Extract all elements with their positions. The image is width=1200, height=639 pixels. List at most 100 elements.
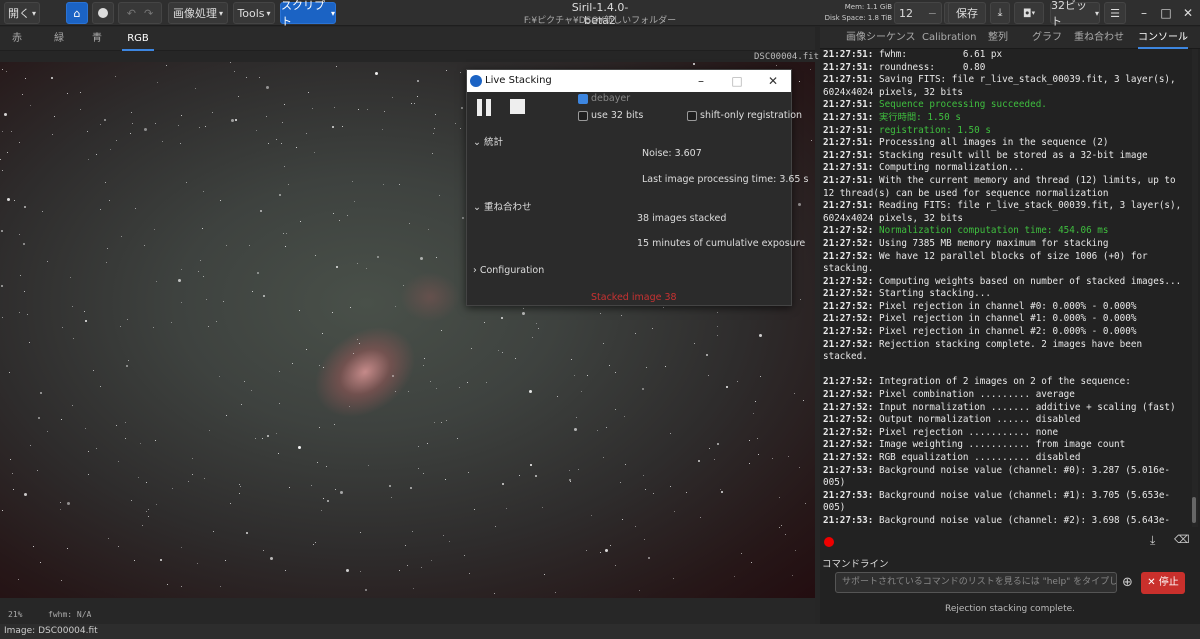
star bbox=[457, 438, 458, 439]
tools-menu[interactable]: Tools ▾ bbox=[233, 2, 275, 24]
star bbox=[276, 433, 277, 434]
star bbox=[423, 365, 424, 366]
star bbox=[121, 236, 122, 237]
star bbox=[219, 376, 220, 377]
image-processing-menu[interactable]: 画像処理 ▾ bbox=[168, 2, 228, 24]
star bbox=[156, 504, 157, 505]
star bbox=[6, 71, 7, 72]
star bbox=[278, 453, 279, 454]
star bbox=[188, 481, 189, 482]
hamburger-menu[interactable]: ☰ bbox=[1104, 2, 1126, 24]
dialog-maximize-button[interactable]: □ bbox=[719, 70, 755, 92]
chevron-right-icon[interactable]: › bbox=[1182, 27, 1186, 49]
use32-checkbox[interactable] bbox=[578, 111, 588, 121]
record-indicator-icon[interactable] bbox=[824, 537, 834, 547]
star bbox=[110, 149, 111, 150]
star bbox=[360, 532, 361, 533]
tab-registration[interactable]: 整列 bbox=[988, 27, 1008, 49]
circle-icon bbox=[98, 8, 108, 18]
home-button[interactable]: ⌂ bbox=[66, 2, 88, 24]
dialog-minimize-button[interactable]: – bbox=[683, 70, 719, 92]
tab-sequence[interactable]: 画像シーケンス bbox=[846, 27, 916, 49]
console-log[interactable]: 21:27:51: fwhm: 6.61 px 21:27:51: roundne… bbox=[823, 49, 1191, 527]
console-line: 21:27:52: Output normalization ...... di… bbox=[823, 414, 1191, 427]
star bbox=[155, 123, 156, 124]
dialog-close-button[interactable]: ✕ bbox=[755, 70, 791, 92]
console-message: Background noise value (channel: #1): 3.… bbox=[823, 489, 1171, 514]
pause-button[interactable] bbox=[477, 99, 493, 116]
star bbox=[19, 312, 20, 313]
star bbox=[788, 456, 789, 457]
open-button[interactable]: 開く ▾ bbox=[4, 2, 40, 24]
shift-only-checkbox[interactable] bbox=[687, 111, 697, 121]
channel-tabs: 赤 緑 青 RGB bbox=[0, 27, 815, 51]
snapshot-button[interactable]: ◘ ▾ bbox=[1014, 2, 1044, 24]
undo-icon[interactable]: ↶ bbox=[127, 7, 136, 20]
star bbox=[313, 544, 314, 545]
console-line: 21:27:52: Integration of 2 images on 2 o… bbox=[823, 376, 1191, 389]
star bbox=[289, 487, 290, 488]
clear-log-icon[interactable]: ⌫ bbox=[1174, 533, 1190, 546]
right-tabs: 画像シーケンス Calibration 整列 グラフ 重ね合わせ コンソール › bbox=[820, 27, 1200, 49]
star bbox=[70, 277, 71, 278]
star bbox=[357, 339, 358, 340]
star bbox=[375, 72, 378, 75]
export-button[interactable]: ⤓ bbox=[990, 2, 1010, 24]
configuration-expander[interactable]: › Configuration bbox=[473, 265, 544, 276]
debayer-checkbox[interactable] bbox=[578, 94, 588, 104]
star bbox=[127, 319, 128, 320]
star bbox=[326, 466, 327, 467]
star bbox=[104, 119, 106, 121]
star bbox=[367, 109, 368, 110]
star bbox=[446, 420, 447, 421]
record-button[interactable] bbox=[92, 2, 114, 24]
tab-blue[interactable]: 青 bbox=[86, 27, 108, 51]
star bbox=[717, 335, 718, 336]
stats-expander[interactable]: ⌄ 統計 bbox=[473, 134, 503, 148]
redo-icon[interactable]: ↷ bbox=[144, 7, 153, 20]
minus-icon[interactable]: − bbox=[928, 7, 937, 20]
stack-expander[interactable]: ⌄ 重ね合わせ bbox=[473, 199, 532, 213]
star bbox=[635, 333, 636, 334]
tab-plot[interactable]: グラフ bbox=[1032, 27, 1062, 49]
tab-calibration[interactable]: Calibration bbox=[922, 27, 976, 49]
star bbox=[414, 103, 415, 104]
stats-header: 統計 bbox=[484, 137, 504, 148]
stop-square-button[interactable] bbox=[510, 99, 525, 114]
star bbox=[714, 459, 715, 460]
star bbox=[333, 213, 334, 214]
chevron-down-icon: ⌄ bbox=[473, 202, 481, 213]
tab-stacking[interactable]: 重ね合わせ bbox=[1074, 27, 1124, 49]
star bbox=[93, 370, 94, 371]
star bbox=[383, 184, 384, 185]
thread-spinner[interactable]: 12 − bbox=[894, 2, 942, 24]
console-timestamp: 21:27:52: bbox=[823, 288, 874, 300]
command-input[interactable]: サポートされているコマンドのリストを見るには "help" をタイプして下さい bbox=[835, 572, 1117, 593]
star bbox=[377, 256, 379, 258]
console-scrollbar[interactable] bbox=[1192, 49, 1198, 527]
tab-console[interactable]: コンソール bbox=[1138, 27, 1188, 49]
home-icon: ⌂ bbox=[73, 6, 81, 20]
script-add-icon[interactable]: ⊕ bbox=[1122, 575, 1133, 590]
star bbox=[106, 262, 107, 263]
close-button[interactable]: ✕ bbox=[1174, 2, 1200, 24]
star bbox=[162, 141, 163, 142]
star bbox=[197, 563, 198, 564]
download-log-icon[interactable]: ⤓ bbox=[1150, 533, 1155, 548]
scripts-menu[interactable]: スクリプト ▾ bbox=[280, 0, 336, 28]
bitdepth-menu[interactable]: 32ビット ▾ bbox=[1050, 0, 1100, 28]
stop-button[interactable]: ✕ 停止 bbox=[1141, 572, 1185, 594]
star bbox=[314, 152, 315, 153]
star bbox=[734, 576, 735, 577]
chevron-down-icon: ▾ bbox=[330, 8, 335, 18]
console-line: 21:27:52: Image weighting ........... fr… bbox=[823, 439, 1191, 452]
star bbox=[494, 593, 495, 594]
star bbox=[223, 301, 224, 302]
tab-rgb[interactable]: RGB bbox=[122, 27, 154, 51]
tab-green[interactable]: 緑 bbox=[48, 27, 70, 51]
save-button[interactable]: 保存 bbox=[948, 2, 986, 24]
star bbox=[586, 550, 587, 551]
console-scroll-thumb[interactable] bbox=[1192, 497, 1196, 523]
star bbox=[352, 181, 353, 182]
tab-red[interactable]: 赤 bbox=[6, 27, 28, 51]
